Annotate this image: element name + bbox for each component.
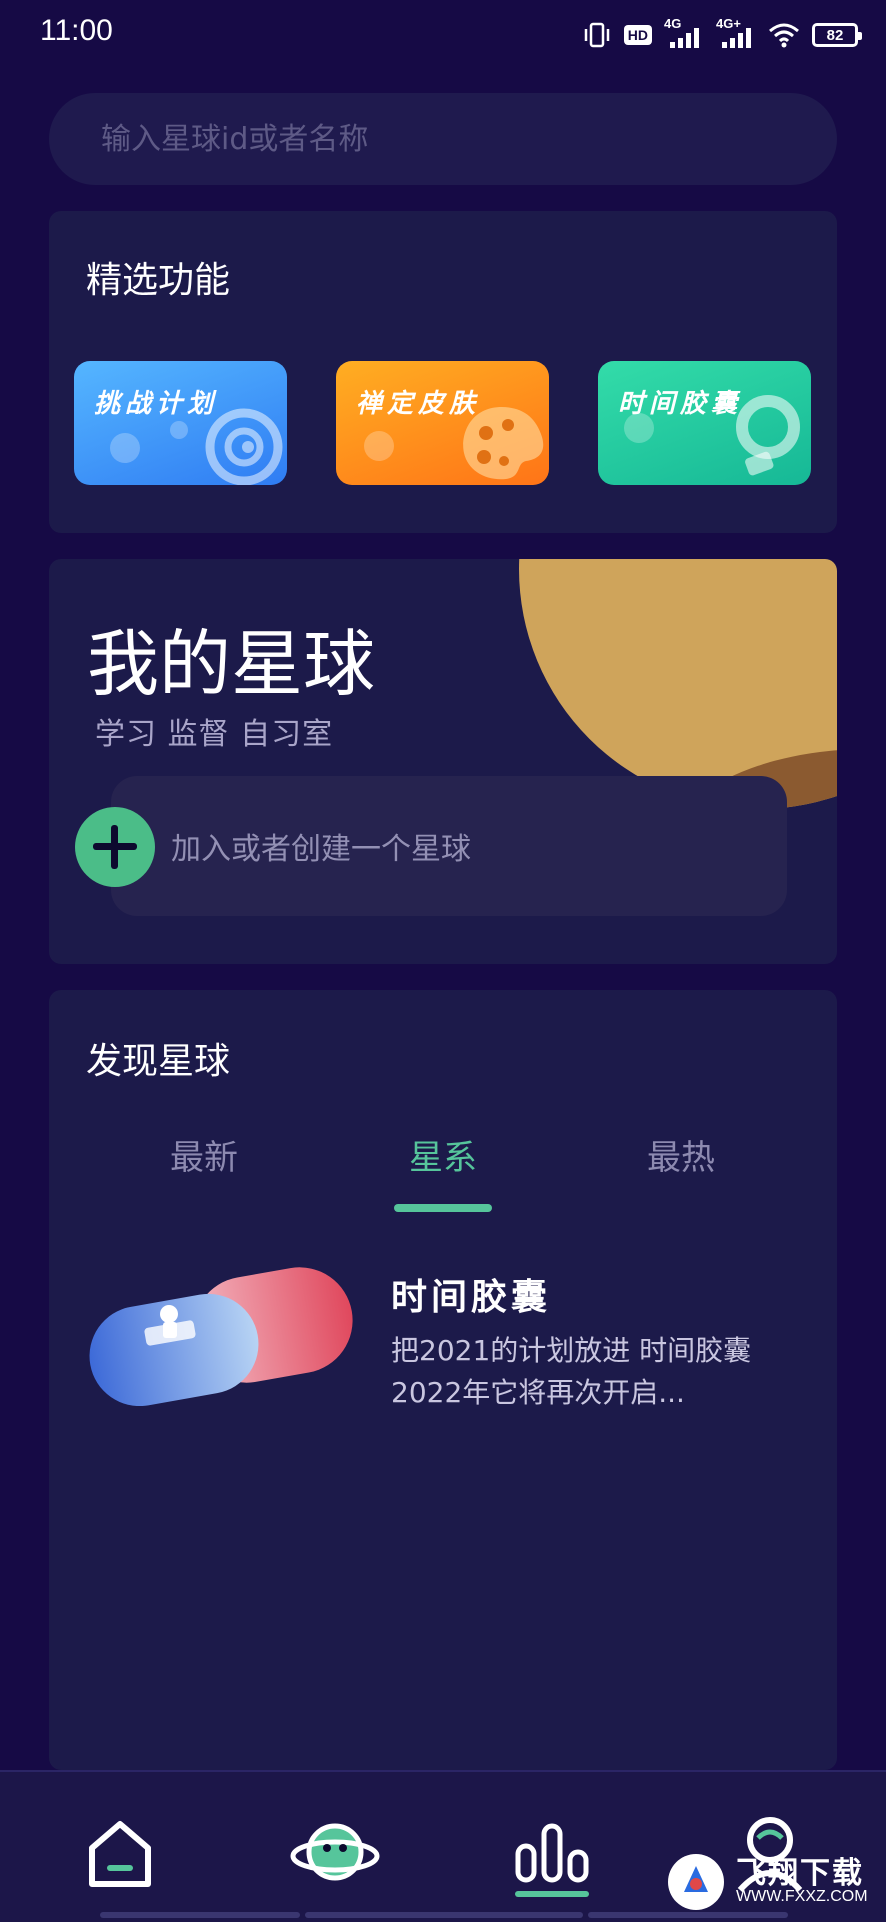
- discover-item-title[interactable]: 时间胶囊: [391, 1268, 551, 1320]
- my-planet-title: 我的星球: [87, 622, 376, 706]
- tab-newest[interactable]: 最新: [124, 1130, 284, 1179]
- desc-line-2: 2022年它将再次开启...: [391, 1376, 685, 1409]
- feature-time-capsule[interactable]: 时间胶囊: [598, 361, 811, 485]
- capsule-illustration[interactable]: [85, 1266, 355, 1406]
- hd-label: HD: [623, 25, 652, 45]
- discover-item-desc: 把2021的计划放进 时间胶囊 2022年它将再次开启...: [391, 1330, 811, 1414]
- featured-title: 精选功能: [86, 260, 231, 301]
- desc-line-1: 把2021的计划放进 时间胶囊: [391, 1334, 752, 1367]
- tab-hottest[interactable]: 最热: [601, 1130, 761, 1179]
- palette-icon: [463, 407, 544, 480]
- hd-icon: HD: [623, 25, 652, 45]
- feature-challenge-plan[interactable]: 挑战计划: [74, 361, 287, 485]
- join-planet-button[interactable]: 加入或者创建一个星球: [111, 776, 787, 916]
- network-label-1: 4G: [664, 16, 682, 31]
- battery-level: 82: [826, 26, 844, 44]
- home-icon: [89, 1821, 151, 1887]
- search-bar[interactable]: [49, 93, 837, 185]
- status-bar: 11:00 HD 4G 4G+ 82: [0, 0, 886, 70]
- status-time: 11:00: [40, 14, 113, 47]
- decor-dot: [170, 421, 188, 439]
- signal-1: 4G: [664, 16, 704, 50]
- discover-title: 发现星球: [86, 1041, 231, 1082]
- planet-illustration: [519, 559, 837, 809]
- feature-label: 挑战计划: [94, 389, 219, 419]
- feature-zen-skin[interactable]: 禅定皮肤: [336, 361, 549, 485]
- decor-dot: [110, 433, 140, 463]
- battery-icon: 82: [812, 23, 862, 47]
- featured-card: 精选功能 挑战计划 禅定皮肤 时间胶囊: [49, 211, 837, 533]
- nav-planet[interactable]: [290, 1812, 380, 1892]
- watermark-badge-icon: [668, 1854, 724, 1910]
- my-planet-subtitle: 学习 监督 自习室: [95, 717, 334, 752]
- nav-ranking[interactable]: [512, 1812, 592, 1897]
- signal-2: 4G+: [716, 16, 756, 50]
- target-icon: [205, 408, 283, 485]
- nav-indicator: [100, 1912, 300, 1918]
- ranking-icon: [515, 1823, 589, 1897]
- join-planet-label: 加入或者创建一个星球: [171, 832, 471, 867]
- status-icons: HD 4G 4G+ 82: [582, 16, 862, 52]
- tab-galaxy[interactable]: 星系: [363, 1130, 523, 1179]
- watermark-url: WWW.FXXZ.COM: [736, 1888, 868, 1905]
- ring-icon: [736, 395, 800, 476]
- decor-dot: [364, 431, 394, 461]
- wifi-icon: [769, 23, 799, 48]
- watermark-text: 飞翔下载: [736, 1856, 864, 1891]
- nav-indicator: [305, 1912, 583, 1918]
- network-label-2: 4G+: [716, 16, 741, 31]
- discover-card: 发现星球 最新 星系 最热 时间胶囊 把2021的计划放进 时间胶囊 2022年…: [49, 990, 837, 1770]
- watermark-logo: 飞翔下载 WWW.FXXZ.COM: [666, 1848, 876, 1914]
- tab-active-indicator: [394, 1204, 492, 1212]
- decor-dot: [624, 413, 654, 443]
- search-input[interactable]: [99, 120, 753, 158]
- nav-home[interactable]: [80, 1812, 160, 1892]
- my-planet-card: 我的星球 学习 监督 自习室 加入或者创建一个星球: [49, 559, 837, 964]
- planet-icon: [290, 1823, 380, 1881]
- plus-icon[interactable]: [75, 807, 155, 887]
- vibrate-icon: [584, 22, 610, 48]
